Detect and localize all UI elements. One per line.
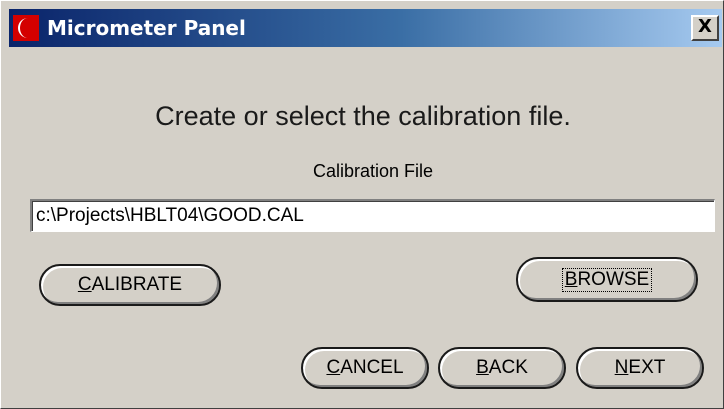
close-button[interactable]: X bbox=[691, 15, 719, 41]
crescent-logo-icon[interactable] bbox=[13, 15, 39, 41]
back-accel: B bbox=[476, 357, 489, 378]
browse-label: ROWSE bbox=[577, 268, 650, 290]
next-accel: N bbox=[614, 357, 629, 378]
browse-button[interactable]: BROWSE bbox=[516, 257, 698, 302]
calibration-file-label: Calibration File bbox=[312, 161, 434, 181]
back-button[interactable]: BACK bbox=[438, 347, 566, 389]
calibrate-label: ALIBRATE bbox=[91, 274, 183, 295]
browse-focus-ring: BROWSE bbox=[561, 267, 653, 292]
window-title: Micrometer Panel bbox=[47, 16, 246, 40]
micrometer-panel-window: Micrometer Panel X Create or select the … bbox=[0, 0, 724, 409]
cancel-button[interactable]: CANCEL bbox=[301, 347, 429, 389]
calibrate-accel: C bbox=[77, 274, 92, 295]
browse-accel: B bbox=[564, 268, 578, 290]
close-icon: X bbox=[698, 16, 712, 37]
title-bar[interactable]: Micrometer Panel X bbox=[9, 9, 722, 47]
cancel-label: ANCEL bbox=[340, 357, 404, 378]
calibrate-button[interactable]: CALIBRATE bbox=[39, 264, 221, 306]
back-label: ACK bbox=[488, 357, 528, 378]
instruction-heading: Create or select the calibration file. bbox=[155, 101, 571, 131]
next-button[interactable]: NEXT bbox=[576, 347, 704, 389]
next-label: EXT bbox=[628, 357, 666, 378]
calibration-file-input[interactable] bbox=[30, 199, 715, 232]
cancel-accel: C bbox=[326, 357, 341, 378]
